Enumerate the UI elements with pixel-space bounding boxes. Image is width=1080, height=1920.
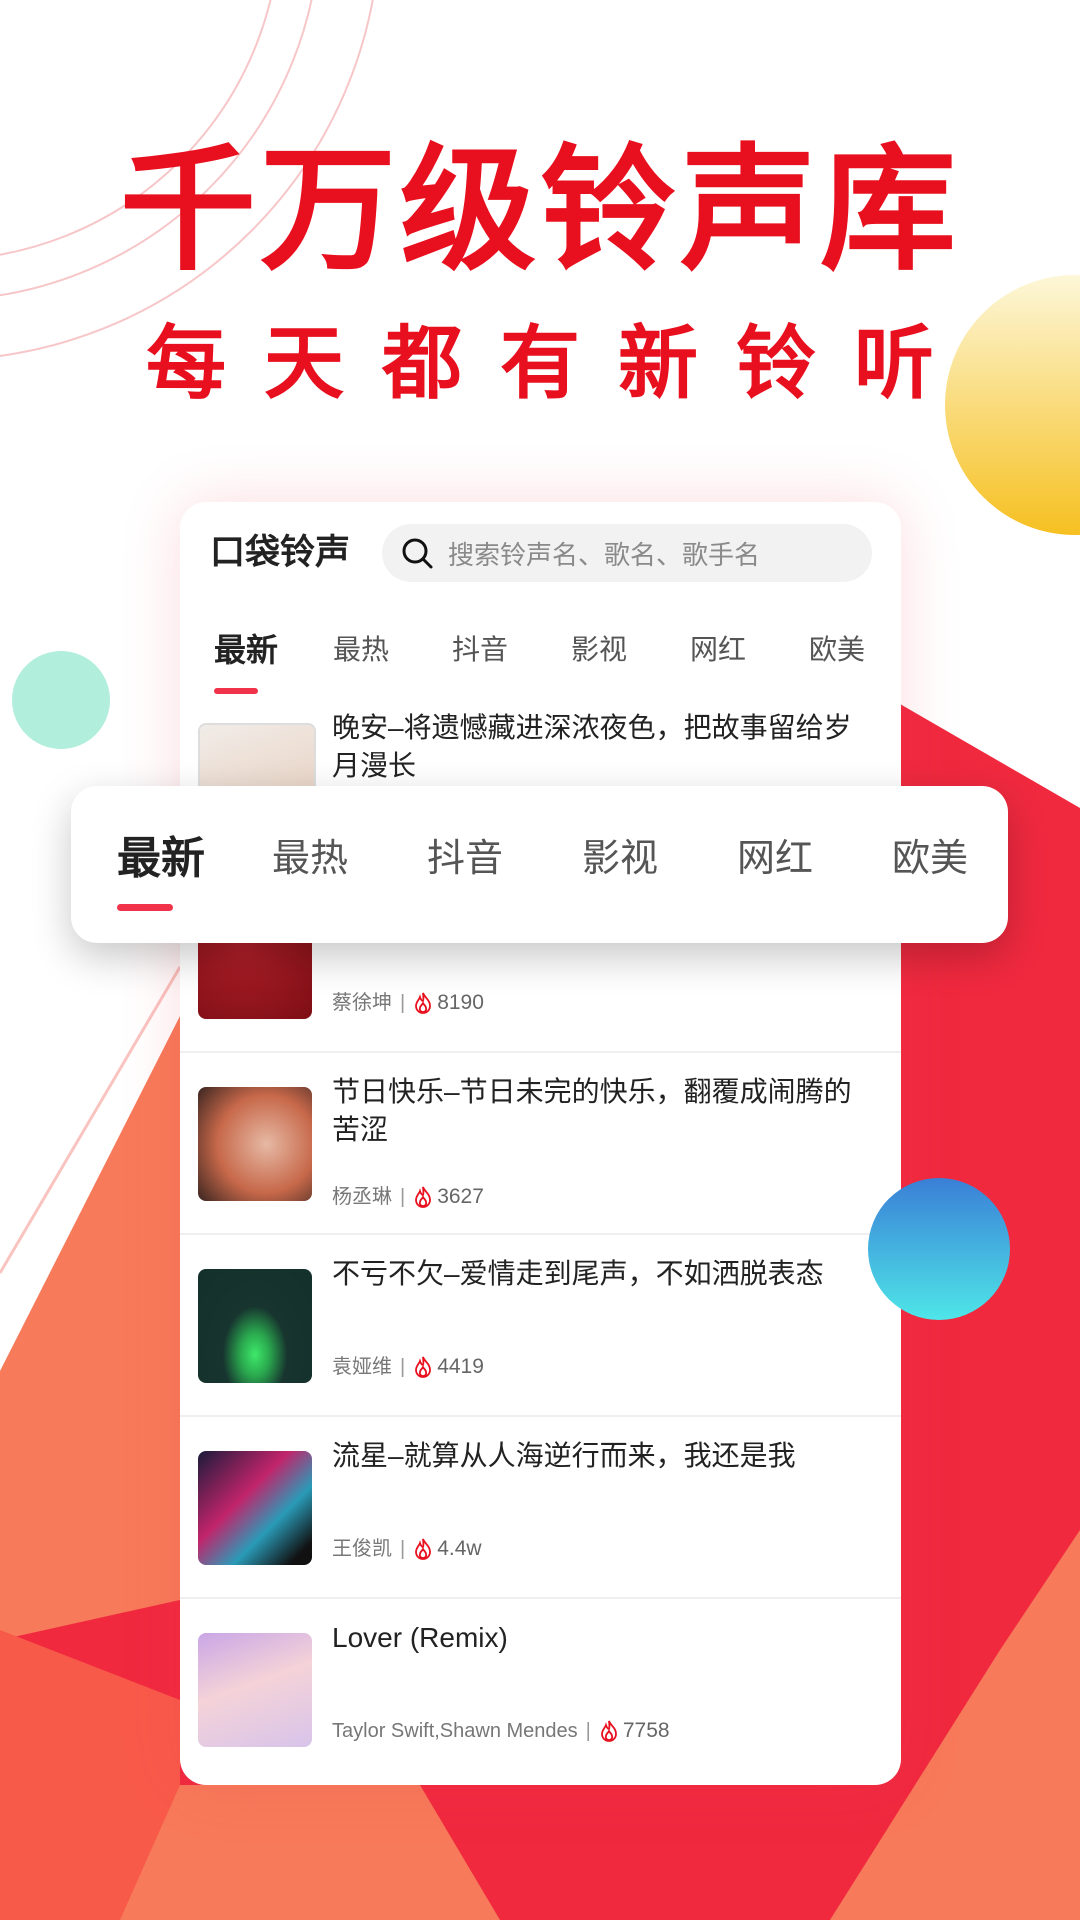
meta-separator: |: [585, 1720, 591, 1742]
tab-hot[interactable]: 最热: [272, 834, 427, 884]
decorative-circle: [868, 1178, 1010, 1320]
search-icon: [402, 538, 433, 569]
floating-tab-bar: 最新 最热 抖音 影视 网红 欧美: [71, 786, 1008, 943]
song-meta: 王俊凯 | 4.4w: [332, 1535, 482, 1563]
tab-influencer[interactable]: 网红: [690, 630, 809, 670]
album-cover: [198, 1269, 312, 1383]
promo-headline: 千万级铃声库: [120, 134, 960, 286]
play-count: 4419: [437, 1355, 484, 1378]
category-tabs: 最新 最热 抖音 影视 网红 欧美: [214, 630, 901, 670]
play-count: 3627: [437, 1185, 484, 1208]
song-artist: 蔡徐坤: [332, 992, 392, 1014]
tab-latest[interactable]: 最新: [214, 630, 333, 670]
album-cover: [198, 1087, 312, 1201]
tab-douyin[interactable]: 抖音: [452, 630, 571, 670]
song-meta: 蔡徐坤 | 8190: [332, 989, 484, 1017]
play-count: 4.4w: [437, 1537, 482, 1560]
meta-separator: |: [400, 1186, 406, 1208]
tab-film[interactable]: 影视: [582, 834, 737, 884]
song-item[interactable]: 节日快乐–节日未完的快乐，翻覆成闹腾的苦涩 杨丞琳 | 3627: [180, 1053, 901, 1235]
song-meta: Taylor Swift,Shawn Mendes | 7758: [332, 1717, 670, 1745]
song-meta: 杨丞琳 | 3627: [332, 1183, 484, 1211]
tab-latest[interactable]: 最新: [117, 834, 272, 884]
promo-subheadline: 每天都有新铃听: [146, 319, 972, 408]
app-preview-card: 口袋铃声 搜索铃声名、歌名、歌手名 最新 最热 抖音 影视 网红 欧美 晚安–将…: [180, 502, 901, 1785]
tab-western[interactable]: 欧美: [809, 630, 901, 670]
song-title: 晚安–将遗憾藏进深浓夜色，把故事留给岁月漫长: [332, 712, 852, 781]
song-title: Lover (Remix): [332, 1622, 508, 1653]
meta-separator: |: [400, 992, 406, 1014]
song-artist: 袁娅维: [332, 1356, 392, 1378]
song-artist: Taylor Swift,Shawn Mendes: [332, 1720, 578, 1742]
tab-hot[interactable]: 最热: [333, 630, 452, 670]
song-title: 节日快乐–节日未完的快乐，翻覆成闹腾的苦涩: [332, 1076, 852, 1145]
meta-separator: |: [400, 1538, 406, 1560]
song-item[interactable]: Lover (Remix) Taylor Swift,Shawn Mendes |…: [180, 1599, 901, 1781]
song-item[interactable]: 不亏不欠–爱情走到尾声，不如洒脱表态 袁娅维 | 4419: [180, 1235, 901, 1417]
flame-icon: [600, 1720, 617, 1742]
active-tab-indicator: [117, 904, 173, 911]
album-cover: [198, 1451, 312, 1565]
tab-western[interactable]: 欧美: [892, 834, 1047, 884]
meta-separator: |: [400, 1356, 406, 1378]
tab-douyin[interactable]: 抖音: [427, 834, 582, 884]
song-item[interactable]: 流星–就算从人海逆行而来，我还是我 王俊凯 | 4.4w: [180, 1417, 901, 1599]
album-cover: [198, 1633, 312, 1747]
flame-icon: [415, 1356, 432, 1378]
song-meta: 袁娅维 | 4419: [332, 1353, 484, 1381]
song-artist: 王俊凯: [332, 1538, 392, 1560]
flame-icon: [415, 1538, 432, 1560]
song-title: 流星–就算从人海逆行而来，我还是我: [332, 1440, 796, 1471]
song-title: 不亏不欠–爱情走到尾声，不如洒脱表态: [332, 1258, 824, 1289]
flame-icon: [415, 992, 432, 1014]
tab-film[interactable]: 影视: [571, 630, 690, 670]
song-artist: 杨丞琳: [332, 1186, 392, 1208]
flame-icon: [415, 1186, 432, 1208]
search-input[interactable]: 搜索铃声名、歌名、歌手名: [382, 524, 872, 582]
play-count: 7758: [622, 1719, 670, 1742]
app-logo: 口袋铃声: [210, 533, 351, 572]
play-count: 8190: [437, 991, 484, 1014]
tab-influencer[interactable]: 网红: [737, 834, 892, 884]
search-placeholder: 搜索铃声名、歌名、歌手名: [448, 539, 761, 570]
